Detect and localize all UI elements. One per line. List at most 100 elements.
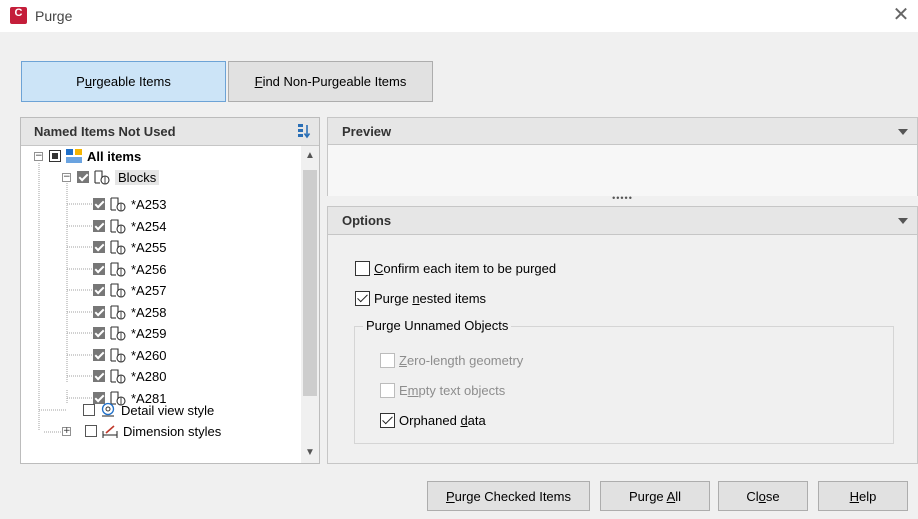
checkbox-box[interactable]	[380, 383, 395, 398]
named-items-title: Named Items Not Used	[34, 124, 176, 139]
option-label: Empty text objects	[399, 383, 506, 398]
block-icon	[110, 348, 126, 363]
tree-item-label: *A260	[131, 347, 167, 363]
tree-item-block[interactable]: *A255	[93, 237, 166, 257]
tree-checkbox[interactable]	[49, 150, 61, 162]
checkbox-box[interactable]	[355, 261, 370, 276]
tab-find-non-purgeable-items[interactable]: Find Non-Purgeable Items	[228, 61, 433, 102]
button-label: Close	[746, 488, 780, 504]
collapse-icon[interactable]: −	[34, 151, 43, 161]
tree-checkbox[interactable]	[93, 306, 105, 318]
button-label: Purge All	[628, 488, 682, 504]
tree-checkbox[interactable]	[83, 404, 95, 416]
all-items-icon	[66, 149, 82, 163]
tree-item-label: Dimension styles	[123, 423, 222, 439]
checkbox-box[interactable]	[380, 413, 395, 428]
scroll-up-icon[interactable]: ▲	[301, 150, 319, 164]
chevron-down-icon[interactable]	[898, 218, 908, 224]
tree-checkbox[interactable]	[93, 284, 105, 296]
chevron-down-icon[interactable]	[898, 129, 908, 135]
tree-checkbox[interactable]	[93, 263, 105, 275]
tree-item-block[interactable]: *A258	[93, 302, 166, 322]
tree-item-all-items[interactable]: − All items	[34, 146, 141, 166]
tree-item-block[interactable]: *A254	[93, 216, 166, 236]
tab-purgeable-items[interactable]: Purgeable Items	[21, 61, 226, 102]
dimension-style-icon	[102, 425, 118, 438]
block-icon	[110, 219, 126, 234]
block-icon	[110, 369, 126, 384]
purge-nested-items-checkbox[interactable]: Purge nested items	[355, 291, 486, 306]
option-label: Confirm each item to be purged	[374, 261, 557, 276]
tree-item-detail-view-style[interactable]: Detail view style	[83, 400, 214, 420]
expand-icon[interactable]: +	[62, 426, 71, 436]
tab-label: Find Non-Purgeable Items	[254, 74, 407, 89]
tree-checkbox[interactable]	[77, 171, 89, 183]
tree-item-block[interactable]: *A256	[93, 259, 166, 279]
empty-text-objects-checkbox[interactable]: Empty text objects	[380, 383, 505, 398]
tree-checkbox[interactable]	[93, 327, 105, 339]
block-icon	[110, 197, 126, 212]
collapse-icon[interactable]: −	[62, 172, 71, 182]
tree-item-label: *A256	[131, 261, 167, 277]
tree-item-dimension-styles[interactable]: + Dimension styles	[62, 421, 221, 441]
block-icon	[110, 326, 126, 341]
app-icon: C	[10, 7, 27, 24]
tree-item-block[interactable]: *A257	[93, 280, 166, 300]
zero-length-geometry-checkbox[interactable]: Zero-length geometry	[380, 353, 523, 368]
preview-header[interactable]: Preview	[327, 117, 918, 145]
orphaned-data-checkbox[interactable]: Orphaned data	[380, 413, 486, 428]
sort-icon[interactable]	[297, 123, 311, 139]
tree-checkbox[interactable]	[93, 220, 105, 232]
preview-area	[327, 145, 918, 196]
named-items-panel: Named Items Not Used − All items − Block…	[20, 117, 320, 464]
tree-checkbox[interactable]	[93, 370, 105, 382]
button-label: Help	[849, 488, 877, 504]
close-button[interactable]: Close	[718, 481, 808, 511]
detail-view-icon	[101, 402, 115, 417]
tab-label: Purgeable Items	[76, 74, 171, 89]
close-icon[interactable]: ✕	[890, 4, 912, 26]
button-label: Purge Checked Items	[445, 488, 571, 504]
block-icon	[110, 305, 126, 320]
splitter-handle[interactable]: •••••	[327, 194, 918, 205]
tree-item-block[interactable]: *A260	[93, 345, 166, 365]
tree-item-block[interactable]: *A253	[93, 194, 166, 214]
block-icon	[94, 170, 110, 185]
option-label: Orphaned data	[399, 413, 486, 428]
tree-item-label: *A258	[131, 304, 167, 320]
tree-item-block[interactable]: *A280	[93, 366, 166, 386]
purge-checked-items-button[interactable]: Purge Checked Items	[427, 481, 590, 511]
block-icon	[110, 240, 126, 255]
block-icon	[110, 262, 126, 277]
named-items-header: Named Items Not Used	[21, 118, 319, 146]
tree-item-label: *A255	[131, 239, 167, 255]
checkbox-box[interactable]	[355, 291, 370, 306]
tree-item-label: *A259	[131, 325, 167, 341]
tree-item-label: *A253	[131, 196, 167, 212]
purge-all-button[interactable]: Purge All	[600, 481, 710, 511]
items-tree[interactable]: − All items − Blocks *A253 *A254 *A255 *…	[21, 146, 299, 463]
window-title: Purge	[35, 8, 73, 24]
confirm-each-item-checkbox[interactable]: Confirm each item to be purged	[355, 261, 556, 276]
tree-checkbox[interactable]	[93, 241, 105, 253]
checkbox-box[interactable]	[380, 353, 395, 368]
tree-checkbox[interactable]	[93, 198, 105, 210]
scroll-down-icon[interactable]: ▼	[301, 447, 319, 461]
tree-item-block[interactable]: *A259	[93, 323, 166, 343]
option-label: Purge nested items	[374, 291, 487, 306]
tree-checkbox[interactable]	[93, 349, 105, 361]
preview-title: Preview	[342, 124, 392, 139]
tree-item-label: All items	[87, 148, 142, 164]
tree-item-label: *A280	[131, 368, 167, 384]
tree-item-blocks[interactable]: − Blocks	[62, 167, 160, 187]
tree-item-label: *A257	[131, 282, 167, 298]
tree-scrollbar[interactable]: ▲ ▼	[301, 146, 319, 463]
scroll-thumb[interactable]	[303, 170, 317, 396]
help-button[interactable]: Help	[818, 481, 908, 511]
options-title: Options	[342, 213, 392, 228]
group-label: Purge Unnamed Objects	[363, 318, 512, 333]
option-label: Zero-length geometry	[399, 353, 524, 368]
options-header[interactable]: Options	[327, 206, 918, 235]
tree-item-label: *A254	[131, 218, 167, 234]
tree-checkbox[interactable]	[85, 425, 97, 437]
